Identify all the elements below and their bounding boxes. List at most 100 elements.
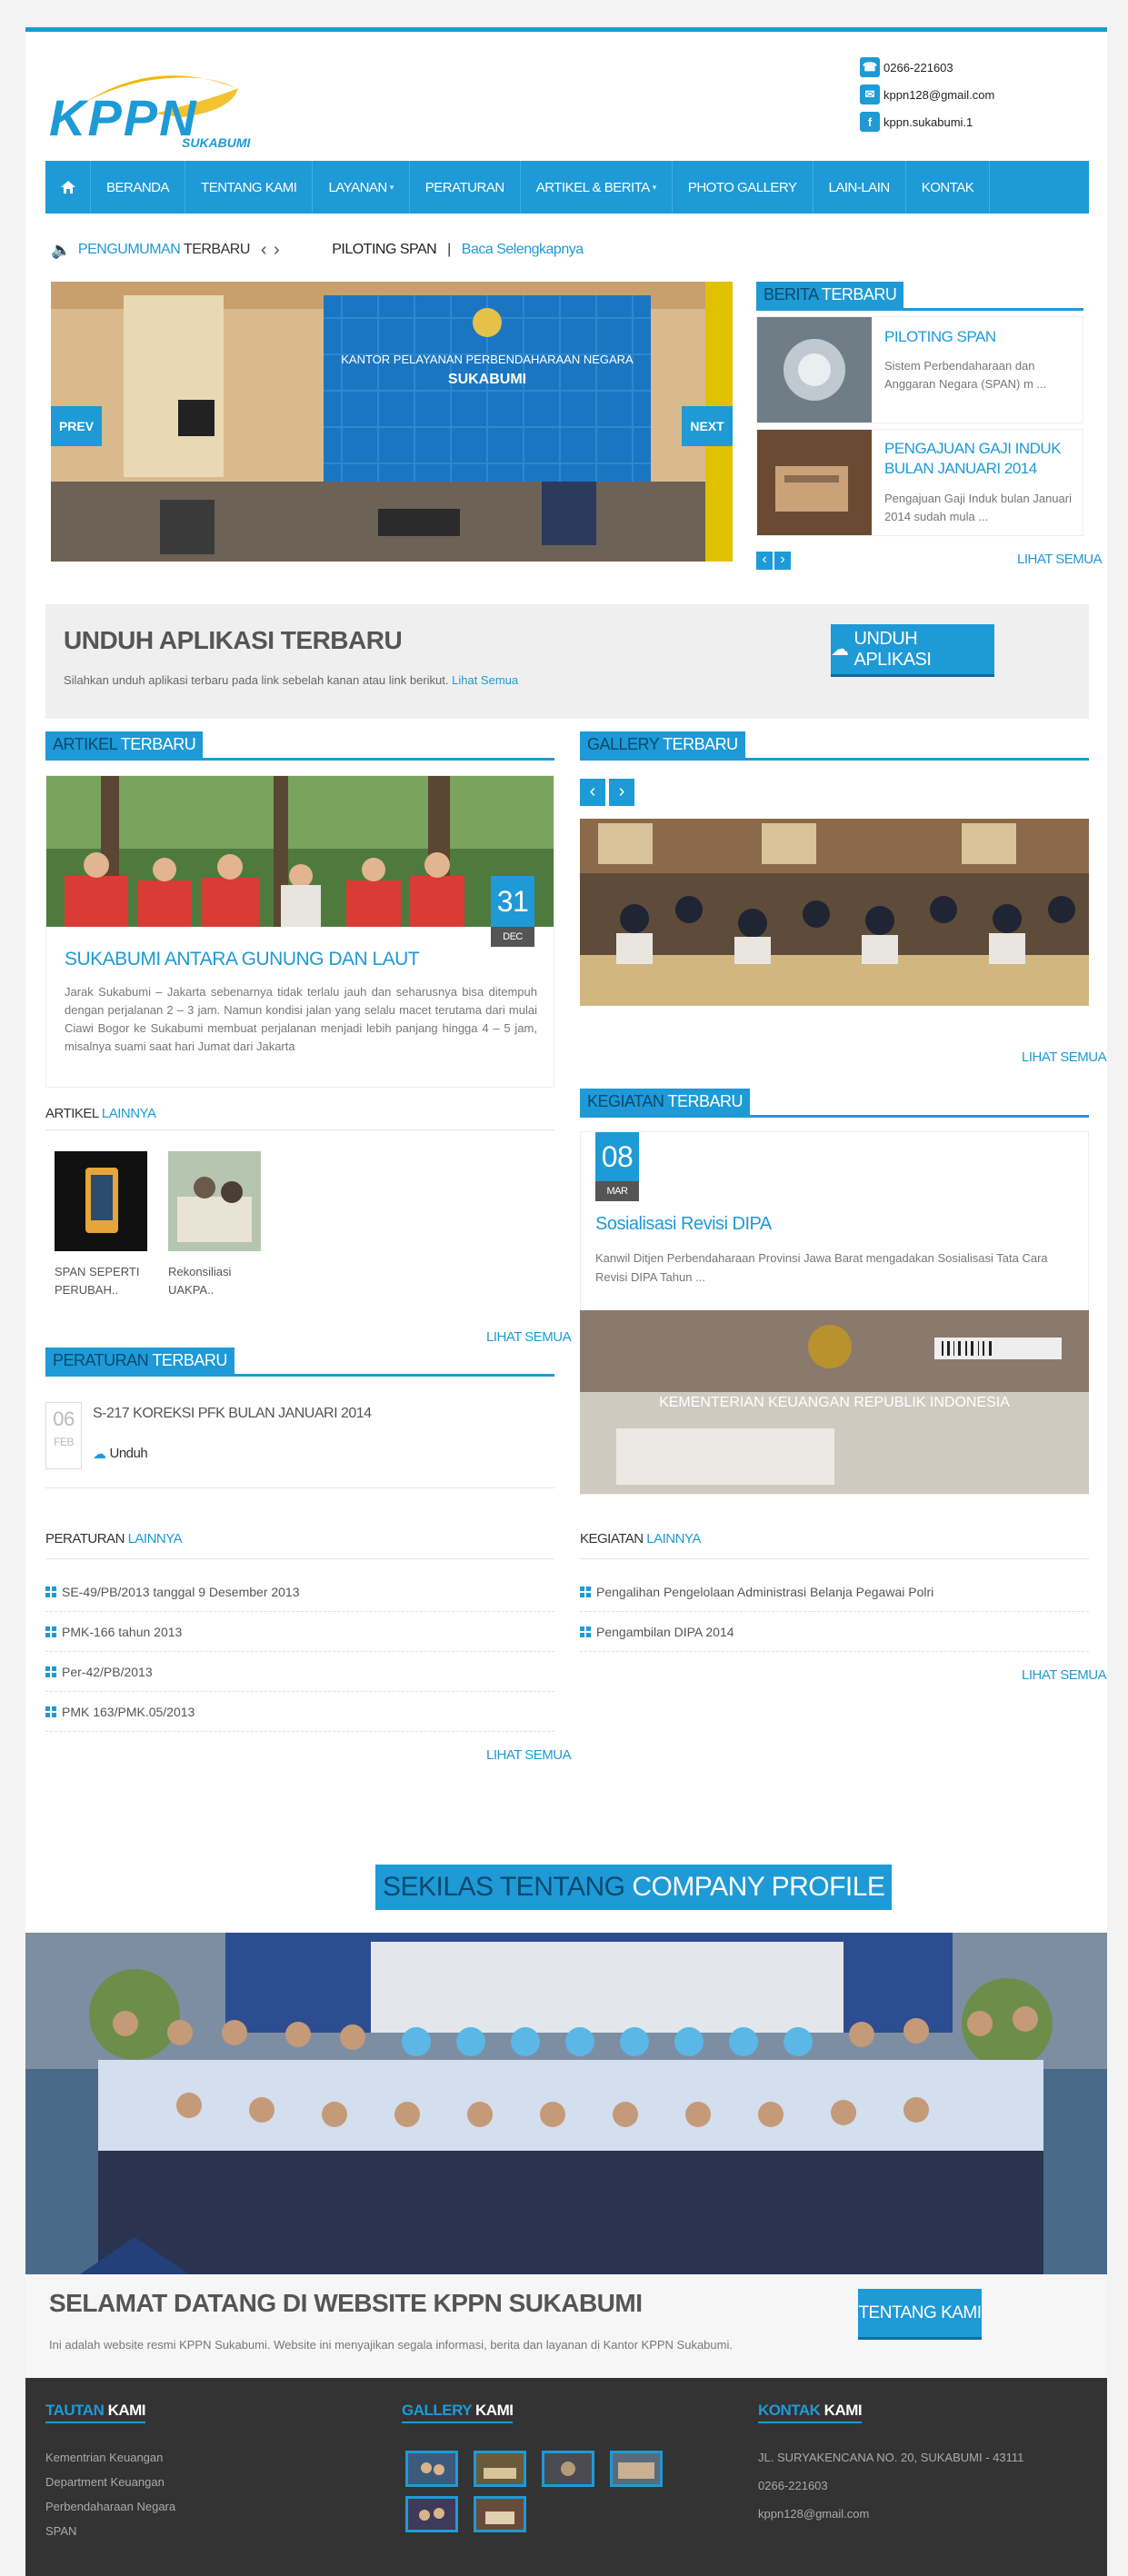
artikel-other-title: Rekonsiliasi UAKPA.. <box>168 1265 232 1297</box>
kegiatan-card[interactable]: 08 MAR Sosialisasi Revisi DIPA Kanwil Di… <box>580 1131 1089 1495</box>
download-app-button[interactable]: ☁ UNDUH APLIKASI <box>831 624 994 677</box>
peraturan-download-label: Unduh <box>109 1446 148 1461</box>
site-footer: TAUTAN KAMI Kementrian Keuangan Departme… <box>25 2378 1107 2576</box>
download-see-all-link[interactable]: Lihat Semua <box>452 673 518 687</box>
footer-gallery-thumbnail[interactable] <box>474 2496 526 2532</box>
berita-item[interactable]: PENGAJUAN GAJI INDUK BULAN JANUARI 2014 … <box>756 429 1083 536</box>
footer-gallery-thumbnail[interactable] <box>405 2451 458 2487</box>
speaker-icon: 🔈 <box>51 240 71 259</box>
footer-gallery-thumbnail[interactable] <box>474 2451 526 2487</box>
hero-slider: KANTOR PELAYANAN PERBENDAHARAAN NEGARA S… <box>51 282 733 562</box>
grid-icon <box>45 1666 56 1677</box>
gallery-prev-button[interactable]: ‹ <box>580 779 605 806</box>
nav-label: PHOTO GALLERY <box>687 179 797 195</box>
chevron-down-icon: ▾ <box>652 182 657 192</box>
cloud-download-icon: ☁ <box>831 640 849 660</box>
header-email[interactable]: ✉ kppn128@gmail.com <box>860 85 994 104</box>
peraturan-title[interactable]: S-217 KOREKSI PFK BULAN JANUARI 2014 <box>93 1406 372 1422</box>
gallery-more-link[interactable]: LIHAT SEMUA <box>1022 1049 1107 1065</box>
ticker-read-more-link[interactable]: Baca Selengkapnya <box>462 242 584 258</box>
ticker-next-icon[interactable]: › <box>274 240 280 261</box>
peraturan-list-item[interactable]: PMK 163/PMK.05/2013 <box>45 1692 554 1732</box>
artikel-excerpt: Jarak Sukabumi – Jakarta sebenarnya tida… <box>65 985 537 1053</box>
kegiatan-list-item[interactable]: Pengalihan Pengelolaan Administrasi Bela… <box>580 1572 1089 1612</box>
gallery-next-button[interactable]: › <box>609 779 634 806</box>
footer-email[interactable]: kppn128@gmail.com <box>758 2507 869 2521</box>
berita-item-title[interactable]: PILOTING SPAN <box>884 328 996 346</box>
nav-label: LAIN-LAIN <box>828 179 891 195</box>
peraturan-list-item[interactable]: Per-42/PB/2013 <box>45 1652 554 1692</box>
footer-link[interactable]: Kementrian Keuangan <box>45 2451 163 2464</box>
peraturan-list-label: SE-49/PB/2013 tanggal 9 Desember 2013 <box>62 1584 300 1599</box>
tentang-kami-button[interactable]: TENTANG KAMI <box>858 2289 982 2340</box>
slider-sign-line1: KANTOR PELAYANAN PERBENDAHARAAN NEGARA <box>341 353 634 366</box>
kegiatan-title[interactable]: Sosialisasi Revisi DIPA <box>595 1214 772 1235</box>
artikel-more-link[interactable]: LIHAT SEMUA <box>486 1329 572 1345</box>
footer-tautan-heading: TAUTAN KAMI <box>45 2402 146 2423</box>
artikel-section-header: ARTIKEL TERBARU <box>45 731 554 761</box>
berita-prev-button[interactable]: ‹ <box>756 552 773 570</box>
slider-next-button[interactable]: NEXT <box>682 406 733 446</box>
footer-gallery-thumbnail[interactable] <box>405 2496 458 2532</box>
peraturan-lainnya-heading: PERATURAN LAINNYA <box>45 1531 183 1547</box>
main-nav: BERANDA TENTANG KAMI LAYANAN ▾ PERATURAN … <box>45 161 1089 214</box>
artikel-other-thumbnail <box>168 1151 261 1251</box>
footer-gallery-thumbnail[interactable] <box>542 2451 594 2487</box>
nav-kontak[interactable]: KONTAK <box>906 161 991 214</box>
artikel-title[interactable]: SUKABUMI ANTARA GUNUNG DAN LAUT <box>65 949 420 970</box>
artikel-other-item[interactable]: SPAN SEPERTI PERUBAH.. <box>55 1151 150 1299</box>
berita-item[interactable]: PILOTING SPAN Sistem Perbendaharaan dan … <box>756 316 1083 423</box>
berita-next-button[interactable]: › <box>774 552 791 570</box>
nav-artikel-berita[interactable]: ARTIKEL & BERITA ▾ <box>521 161 673 214</box>
peraturan-date-month: FEB <box>54 1436 74 1448</box>
header-phone-text: 0266-221603 <box>883 60 953 75</box>
footer-gallery-thumbnail[interactable] <box>610 2451 663 2487</box>
slider-prev-button[interactable]: PREV <box>51 406 102 446</box>
header-phone[interactable]: ☎ 0266-221603 <box>860 57 953 77</box>
peraturan-list-item[interactable]: PMK-166 tahun 2013 <box>45 1612 554 1652</box>
footer-phone: 0266-221603 <box>758 2479 828 2492</box>
artikel-header-label: ARTIKEL TERBARU <box>45 731 204 758</box>
artikel-card[interactable]: 31 DEC SUKABUMI ANTARA GUNUNG DAN LAUT J… <box>45 775 554 1088</box>
grid-icon <box>580 1626 591 1637</box>
nav-lain-lain[interactable]: LAIN-LAIN <box>814 161 906 214</box>
kegiatan-more-link[interactable]: LIHAT SEMUA <box>1022 1667 1107 1683</box>
nav-photo-gallery[interactable]: PHOTO GALLERY <box>673 161 814 214</box>
peraturan-list-label: PMK 163/PMK.05/2013 <box>62 1704 195 1719</box>
kegiatan-list-item[interactable]: Pengambilan DIPA 2014 <box>580 1612 1089 1652</box>
welcome-desc: Ini adalah website resmi KPPN Sukabumi. … <box>49 2338 733 2352</box>
kegiatan-date-day: 08 <box>595 1132 639 1181</box>
company-profile-heading: SEKILAS TENTANG COMPANY PROFILE <box>375 1865 893 1910</box>
home-icon[interactable] <box>45 161 91 214</box>
kegiatan-photo-image: KEMENTERIAN KEUANGAN REPUBLIK INDONESIA <box>580 1310 1089 1494</box>
kegiatan-lainnya-heading: KEGIATAN LAINNYA <box>580 1531 701 1547</box>
nav-layanan[interactable]: LAYANAN ▾ <box>313 161 410 214</box>
ticker-prev-icon[interactable]: ‹ <box>261 240 267 261</box>
download-banner: UNDUH APLIKASI TERBARU Silahkan unduh ap… <box>45 604 1089 719</box>
gallery-section-header: GALLERY TERBARU <box>580 731 1089 761</box>
nav-beranda[interactable]: BERANDA <box>91 161 186 214</box>
footer-link[interactable]: Department Keuangan <box>45 2475 165 2489</box>
peraturan-more-link[interactable]: LIHAT SEMUA <box>486 1747 572 1763</box>
artikel-photo-image <box>46 776 554 927</box>
peraturan-header-label: PERATURAN TERBARU <box>45 1348 235 1374</box>
chevron-down-icon: ▾ <box>389 182 394 192</box>
site-container: KPPN SUKABUMI ☎ 0266-221603 ✉ kppn128@gm… <box>25 27 1107 2576</box>
berita-more-link[interactable]: LIHAT SEMUA <box>1017 552 1103 567</box>
footer-link[interactable]: SPAN <box>45 2524 76 2538</box>
footer-link[interactable]: Perbendaharaan Negara <box>45 2500 175 2513</box>
site-logo[interactable]: KPPN SUKABUMI <box>45 61 255 152</box>
nav-tentang-kami[interactable]: TENTANG KAMI <box>185 161 314 214</box>
berita-item-title[interactable]: PENGAJUAN GAJI INDUK BULAN JANUARI 2014 <box>884 439 1080 479</box>
peraturan-date-box: 06 FEB <box>45 1402 82 1469</box>
nav-peraturan[interactable]: PERATURAN <box>410 161 521 214</box>
artikel-other-item[interactable]: Rekonsiliasi UAKPA.. <box>168 1151 264 1299</box>
peraturan-download-link[interactable]: ☁ Unduh <box>93 1446 148 1462</box>
footer-address: JL. SURYAKENCANA NO. 20, SUKABUMI - 4311… <box>758 2451 1024 2464</box>
header-facebook[interactable]: f kppn.sukabumi.1 <box>860 112 973 132</box>
kegiatan-photo-caption: KEMENTERIAN KEUANGAN REPUBLIK INDONESIA <box>659 1395 1010 1410</box>
artikel-date-day: 31 <box>491 876 534 927</box>
peraturan-list-item[interactable]: SE-49/PB/2013 tanggal 9 Desember 2013 <box>45 1572 554 1612</box>
artikel-date-month: DEC <box>491 927 534 947</box>
logo-subtext: SUKABUMI <box>182 135 251 150</box>
